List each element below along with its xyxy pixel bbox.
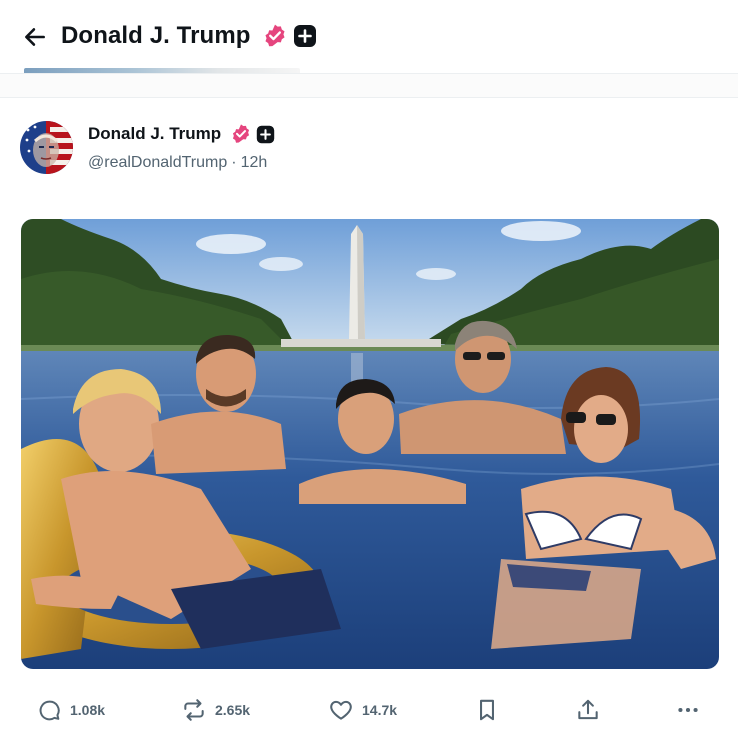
reply-count: 1.08k <box>70 702 106 718</box>
divider <box>0 97 738 98</box>
avatar[interactable] <box>20 121 73 174</box>
like-count: 14.7k <box>362 702 398 718</box>
plus-badge-icon <box>294 25 316 47</box>
repost-button[interactable]: 2.65k <box>181 692 250 728</box>
bookmark-button[interactable] <box>474 692 500 728</box>
like-button[interactable]: 14.7k <box>328 692 397 728</box>
share-icon <box>578 699 598 720</box>
heart-icon <box>330 700 352 720</box>
reply-button[interactable]: 1.08k <box>37 692 105 728</box>
back-button[interactable] <box>20 22 50 52</box>
verified-badge-icon <box>232 124 250 143</box>
bookmark-icon <box>480 699 494 721</box>
meta-separator: · <box>231 154 237 171</box>
arrow-left-icon <box>25 28 45 46</box>
more-icon <box>678 707 698 713</box>
plus-badge-icon <box>256 125 275 144</box>
reply-icon <box>39 700 60 720</box>
header-title: Donald J. Trump <box>61 22 251 49</box>
more-options-button[interactable] <box>674 692 702 728</box>
author-name[interactable]: Donald J. Trump <box>88 123 221 145</box>
repost-icon <box>184 699 204 721</box>
top-header: Donald J. Trump <box>0 0 738 76</box>
post-time[interactable]: 12h <box>241 154 268 171</box>
verified-badge-icon <box>265 24 285 47</box>
repost-count: 2.65k <box>215 702 251 718</box>
post-image[interactable] <box>21 219 719 669</box>
author-meta: @realDonaldTrump · 12h <box>88 153 267 173</box>
thread-gap <box>0 74 738 97</box>
post-detail-screen: Donald J. Trump Donald J. Trump @realDon… <box>0 0 738 744</box>
share-button[interactable] <box>575 692 601 728</box>
post-actions: 1.08k 2.65k 14.7k <box>0 692 738 728</box>
author-handle[interactable]: @realDonaldTrump <box>88 154 227 171</box>
